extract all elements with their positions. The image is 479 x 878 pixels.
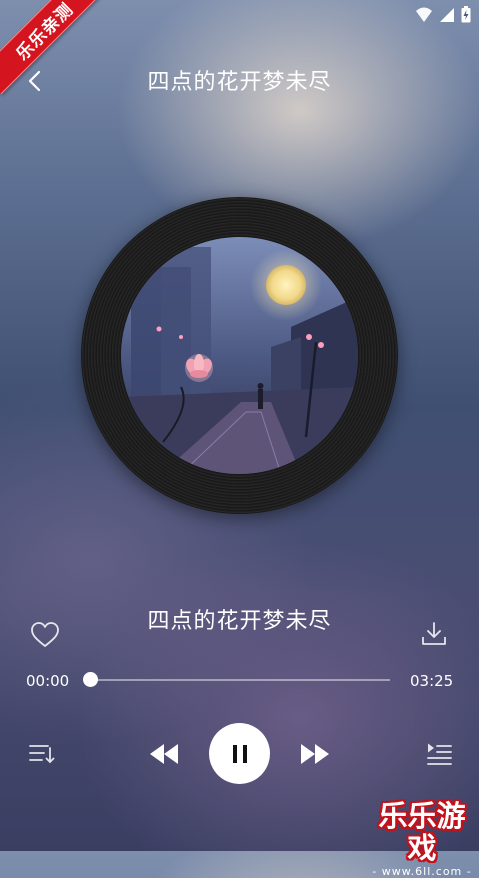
page-title: 四点的花开梦未尽 <box>147 70 332 95</box>
status-bar <box>415 6 471 23</box>
playlist-button[interactable] <box>28 742 56 766</box>
download-button[interactable] <box>420 620 448 648</box>
album-cover <box>121 237 358 474</box>
playlist-icon <box>29 745 55 764</box>
pause-icon <box>232 744 247 763</box>
previous-icon <box>150 744 178 764</box>
download-icon <box>422 622 446 645</box>
watermark-main: 乐乐游戏 <box>378 799 466 865</box>
next-icon <box>301 744 329 764</box>
progress-thumb[interactable] <box>82 672 98 687</box>
previous-button[interactable] <box>147 740 181 768</box>
watermark-url: - www.6ll.com - <box>372 865 472 878</box>
total-time: 03:25 <box>410 672 454 690</box>
wifi-icon <box>416 7 432 22</box>
album-art <box>121 237 358 474</box>
song-title: 四点的花开梦未尽 <box>147 609 332 634</box>
battery-icon <box>461 6 471 23</box>
pause-button[interactable] <box>209 723 270 784</box>
heart-outline-icon <box>31 622 59 647</box>
ribbon-label: 乐乐亲测 <box>12 0 78 65</box>
queue-icon <box>427 743 452 765</box>
watermark-logo: 乐乐游戏 - www.6ll.com - <box>366 800 478 878</box>
cellular-signal-icon <box>440 7 454 22</box>
current-time: 00:00 <box>26 672 70 690</box>
next-button[interactable] <box>298 740 332 768</box>
like-button[interactable] <box>30 621 60 649</box>
queue-button[interactable] <box>425 742 453 766</box>
progress-track[interactable] <box>90 679 390 681</box>
